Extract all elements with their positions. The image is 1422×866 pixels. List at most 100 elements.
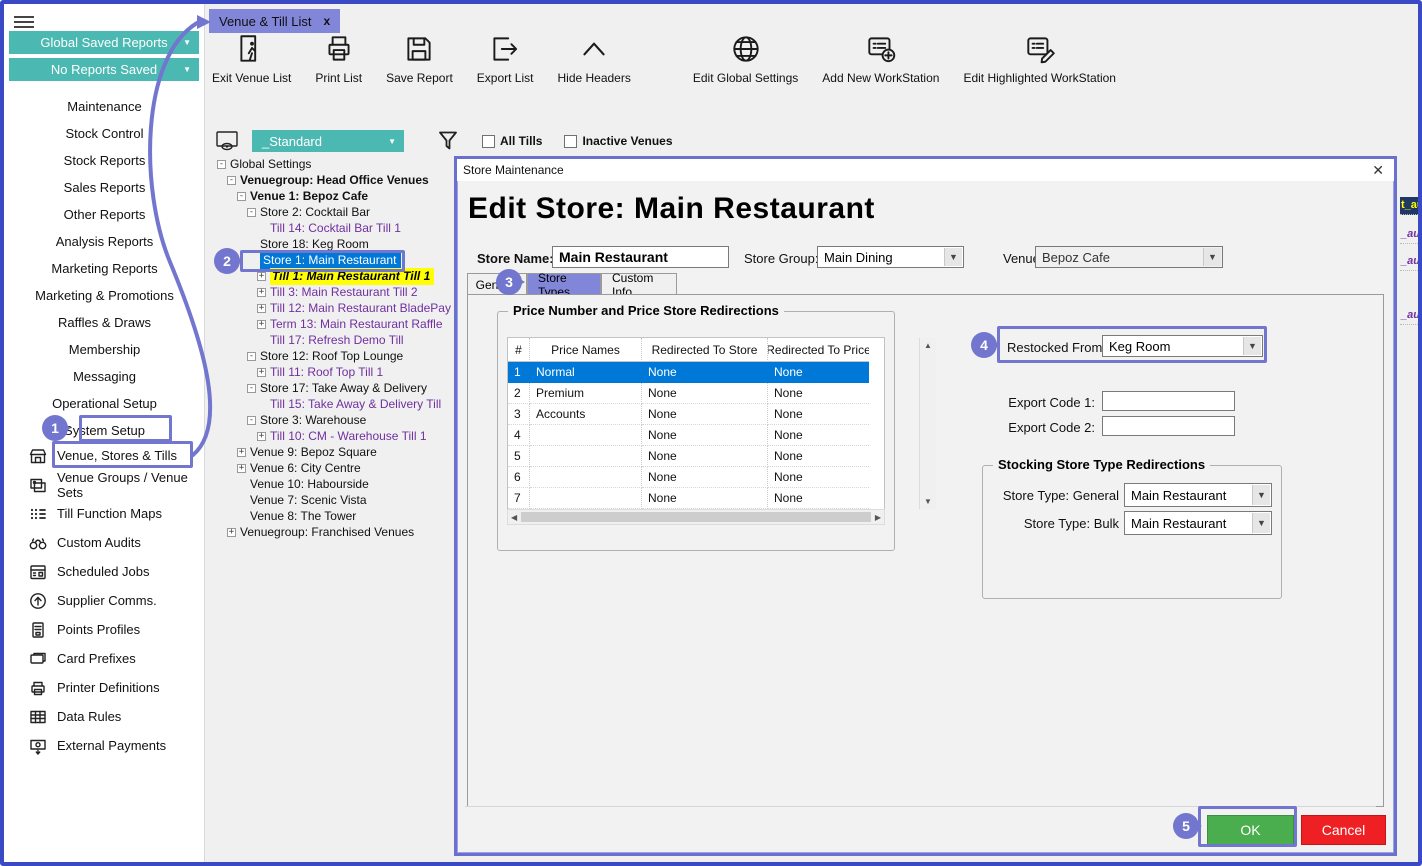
expand-icon[interactable]: + — [257, 432, 266, 441]
column-header[interactable]: Price Names — [530, 338, 642, 362]
tree-item[interactable]: +Till 11: Roof Top Till 1 — [213, 364, 463, 380]
table-row[interactable]: 3 Accounts None None — [508, 404, 884, 425]
cancel-button[interactable]: Cancel — [1301, 815, 1386, 845]
sidebar-item-custom-audits[interactable]: Custom Audits — [4, 528, 205, 557]
sidebar-item-membership[interactable]: Membership — [4, 336, 205, 363]
sidebar-item-till-function-maps[interactable]: Till Function Maps — [4, 499, 205, 528]
tree-item[interactable]: Till 15: Take Away & Delivery Till — [213, 396, 463, 412]
store-group-dropdown[interactable]: Main Dining ▼ — [817, 246, 964, 268]
export-code-2-field[interactable] — [1102, 416, 1235, 436]
sidebar-item-stock-reports[interactable]: Stock Reports — [4, 147, 205, 174]
store-name-field[interactable]: Main Restaurant — [552, 246, 729, 268]
tree-item[interactable]: -Store 3: Warehouse — [213, 412, 463, 428]
sidebar-item-stock-control[interactable]: Stock Control — [4, 120, 205, 147]
sidebar-item-venue-stores-tills[interactable]: Venue, Stores & Tills — [4, 441, 205, 470]
sidebar-item-operational-setup[interactable]: Operational Setup — [4, 390, 205, 417]
table-row[interactable]: 5 None None — [508, 446, 884, 467]
sidebar-item-card-prefixes[interactable]: Card Prefixes — [4, 644, 205, 673]
sidebar-item-external-payments[interactable]: External Payments — [4, 731, 205, 760]
expand-icon[interactable]: + — [257, 368, 266, 377]
print-list-button[interactable]: Print List — [315, 32, 362, 85]
expand-icon[interactable]: - — [247, 384, 256, 393]
expand-icon[interactable]: - — [247, 208, 256, 217]
sidebar-item-raffles-draws[interactable]: Raffles & Draws — [4, 309, 205, 336]
tree-item[interactable]: Store 18: Keg Room — [213, 236, 463, 252]
expand-icon[interactable]: + — [257, 272, 266, 281]
sidebar-item-maintenance[interactable]: Maintenance — [4, 93, 205, 120]
edit-highlighted-workstation-button[interactable]: Edit Highlighted WorkStation — [963, 32, 1116, 85]
sidebar-item-analysis-reports[interactable]: Analysis Reports — [4, 228, 205, 255]
table-row[interactable]: 7 None None — [508, 488, 884, 509]
tree-item[interactable]: -Global Settings — [213, 156, 463, 172]
tree-item[interactable]: +Till 12: Main Restaurant BladePay — [213, 300, 463, 316]
tree-item[interactable]: +Venue 6: City Centre — [213, 460, 463, 476]
save-report-button[interactable]: Save Report — [386, 32, 453, 85]
all-tills-checkbox[interactable]: All Tills — [482, 134, 542, 148]
ok-button[interactable]: OK — [1207, 815, 1294, 845]
tree-item[interactable]: -Store 2: Cocktail Bar — [213, 204, 463, 220]
edit-global-settings-button[interactable]: Edit Global Settings — [693, 32, 798, 85]
hamburger-menu-icon[interactable] — [14, 13, 34, 29]
expand-icon[interactable]: - — [217, 160, 226, 169]
restocked-from-dropdown[interactable]: Keg Room ▼ — [1102, 335, 1263, 357]
store-type-bulk-dropdown[interactable]: Main Restaurant ▼ — [1124, 511, 1272, 535]
store-type-general-dropdown[interactable]: Main Restaurant ▼ — [1124, 483, 1272, 507]
dialog-titlebar[interactable]: Store Maintenance ✕ — [457, 159, 1394, 181]
sidebar-item-scheduled-jobs[interactable]: Scheduled Jobs — [4, 557, 205, 586]
tree-item-store-1-selected[interactable]: Store 1: Main Restaurant — [213, 252, 463, 268]
price-redirections-table[interactable]: # Price Names Redirected To Store Redire… — [507, 337, 885, 510]
sidebar-item-venue-groups[interactable]: Venue Groups / Venue Sets — [4, 470, 205, 499]
venue-dropdown[interactable]: Bepoz Cafe ▼ — [1035, 246, 1223, 268]
tree-item[interactable]: +Till 10: CM - Warehouse Till 1 — [213, 428, 463, 444]
table-row[interactable]: 6 None None — [508, 467, 884, 488]
tree-item[interactable]: +Till 3: Main Restaurant Till 2 — [213, 284, 463, 300]
tree-item[interactable]: +Term 13: Main Restaurant Raffle — [213, 316, 463, 332]
sidebar-item-sales-reports[interactable]: Sales Reports — [4, 174, 205, 201]
tree-item[interactable]: +Venue 9: Bepoz Square — [213, 444, 463, 460]
sidebar-item-messaging[interactable]: Messaging — [4, 363, 205, 390]
vertical-scrollbar[interactable]: ▲▼ — [919, 338, 936, 509]
tree-item[interactable]: -Store 17: Take Away & Delivery — [213, 380, 463, 396]
sidebar-item-supplier-comms[interactable]: Supplier Comms. — [4, 586, 205, 615]
sidebar-item-printer-definitions[interactable]: Printer Definitions — [4, 673, 205, 702]
column-header[interactable]: # — [508, 338, 530, 362]
global-saved-reports-dropdown[interactable]: Global Saved Reports ▼ — [9, 31, 199, 54]
horizontal-scrollbar[interactable]: ◀▶ — [507, 509, 885, 525]
sidebar-item-marketing-reports[interactable]: Marketing Reports — [4, 255, 205, 282]
tree-item[interactable]: +Venuegroup: Franchised Venues — [213, 524, 463, 540]
exit-venue-list-button[interactable]: Exit Venue List — [212, 32, 291, 85]
export-code-1-field[interactable] — [1102, 391, 1235, 411]
hide-headers-button[interactable]: Hide Headers — [557, 32, 630, 85]
tab-store-types[interactable]: Store Types — [527, 273, 601, 295]
filter-funnel-icon[interactable] — [436, 129, 460, 153]
expand-icon[interactable]: + — [257, 288, 266, 297]
table-row[interactable]: 4 None None — [508, 425, 884, 446]
tree-item[interactable]: -Venuegroup: Head Office Venues — [213, 172, 463, 188]
tree-item[interactable]: -Venue 1: Bepoz Cafe — [213, 188, 463, 204]
scroll-down-icon[interactable]: ▼ — [924, 497, 932, 506]
tree-item[interactable]: -Store 12: Roof Top Lounge — [213, 348, 463, 364]
tab-custom-info[interactable]: Custom Info — [601, 273, 677, 295]
expand-icon[interactable]: - — [247, 352, 256, 361]
column-header[interactable]: Redirected To Store — [642, 338, 768, 362]
expand-icon[interactable]: - — [237, 192, 246, 201]
scrollbar-thumb[interactable] — [521, 512, 871, 522]
layout-preset-dropdown[interactable]: _Standard ▼ — [252, 130, 404, 152]
no-reports-saved-dropdown[interactable]: No Reports Saved ▼ — [9, 58, 199, 81]
screen-view-icon[interactable] — [214, 128, 240, 154]
tree-item[interactable]: Till 14: Cocktail Bar Till 1 — [213, 220, 463, 236]
sidebar-item-data-rules[interactable]: Data Rules — [4, 702, 205, 731]
table-row[interactable]: 2 Premium None None — [508, 383, 884, 404]
checkbox-icon[interactable] — [564, 135, 577, 148]
tab-close-icon[interactable]: x — [324, 14, 331, 28]
expand-icon[interactable]: - — [227, 176, 236, 185]
add-new-workstation-button[interactable]: Add New WorkStation — [822, 32, 939, 85]
table-row[interactable]: 1 Normal None None — [508, 362, 884, 383]
inactive-venues-checkbox[interactable]: Inactive Venues — [564, 134, 672, 148]
expand-icon[interactable]: + — [237, 448, 246, 457]
tree-item[interactable]: Till 17: Refresh Demo Till — [213, 332, 463, 348]
tree-item[interactable]: Venue 8: The Tower — [213, 508, 463, 524]
export-list-button[interactable]: Export List — [477, 32, 534, 85]
expand-icon[interactable]: + — [237, 464, 246, 473]
dialog-close-icon[interactable]: ✕ — [1372, 162, 1384, 179]
